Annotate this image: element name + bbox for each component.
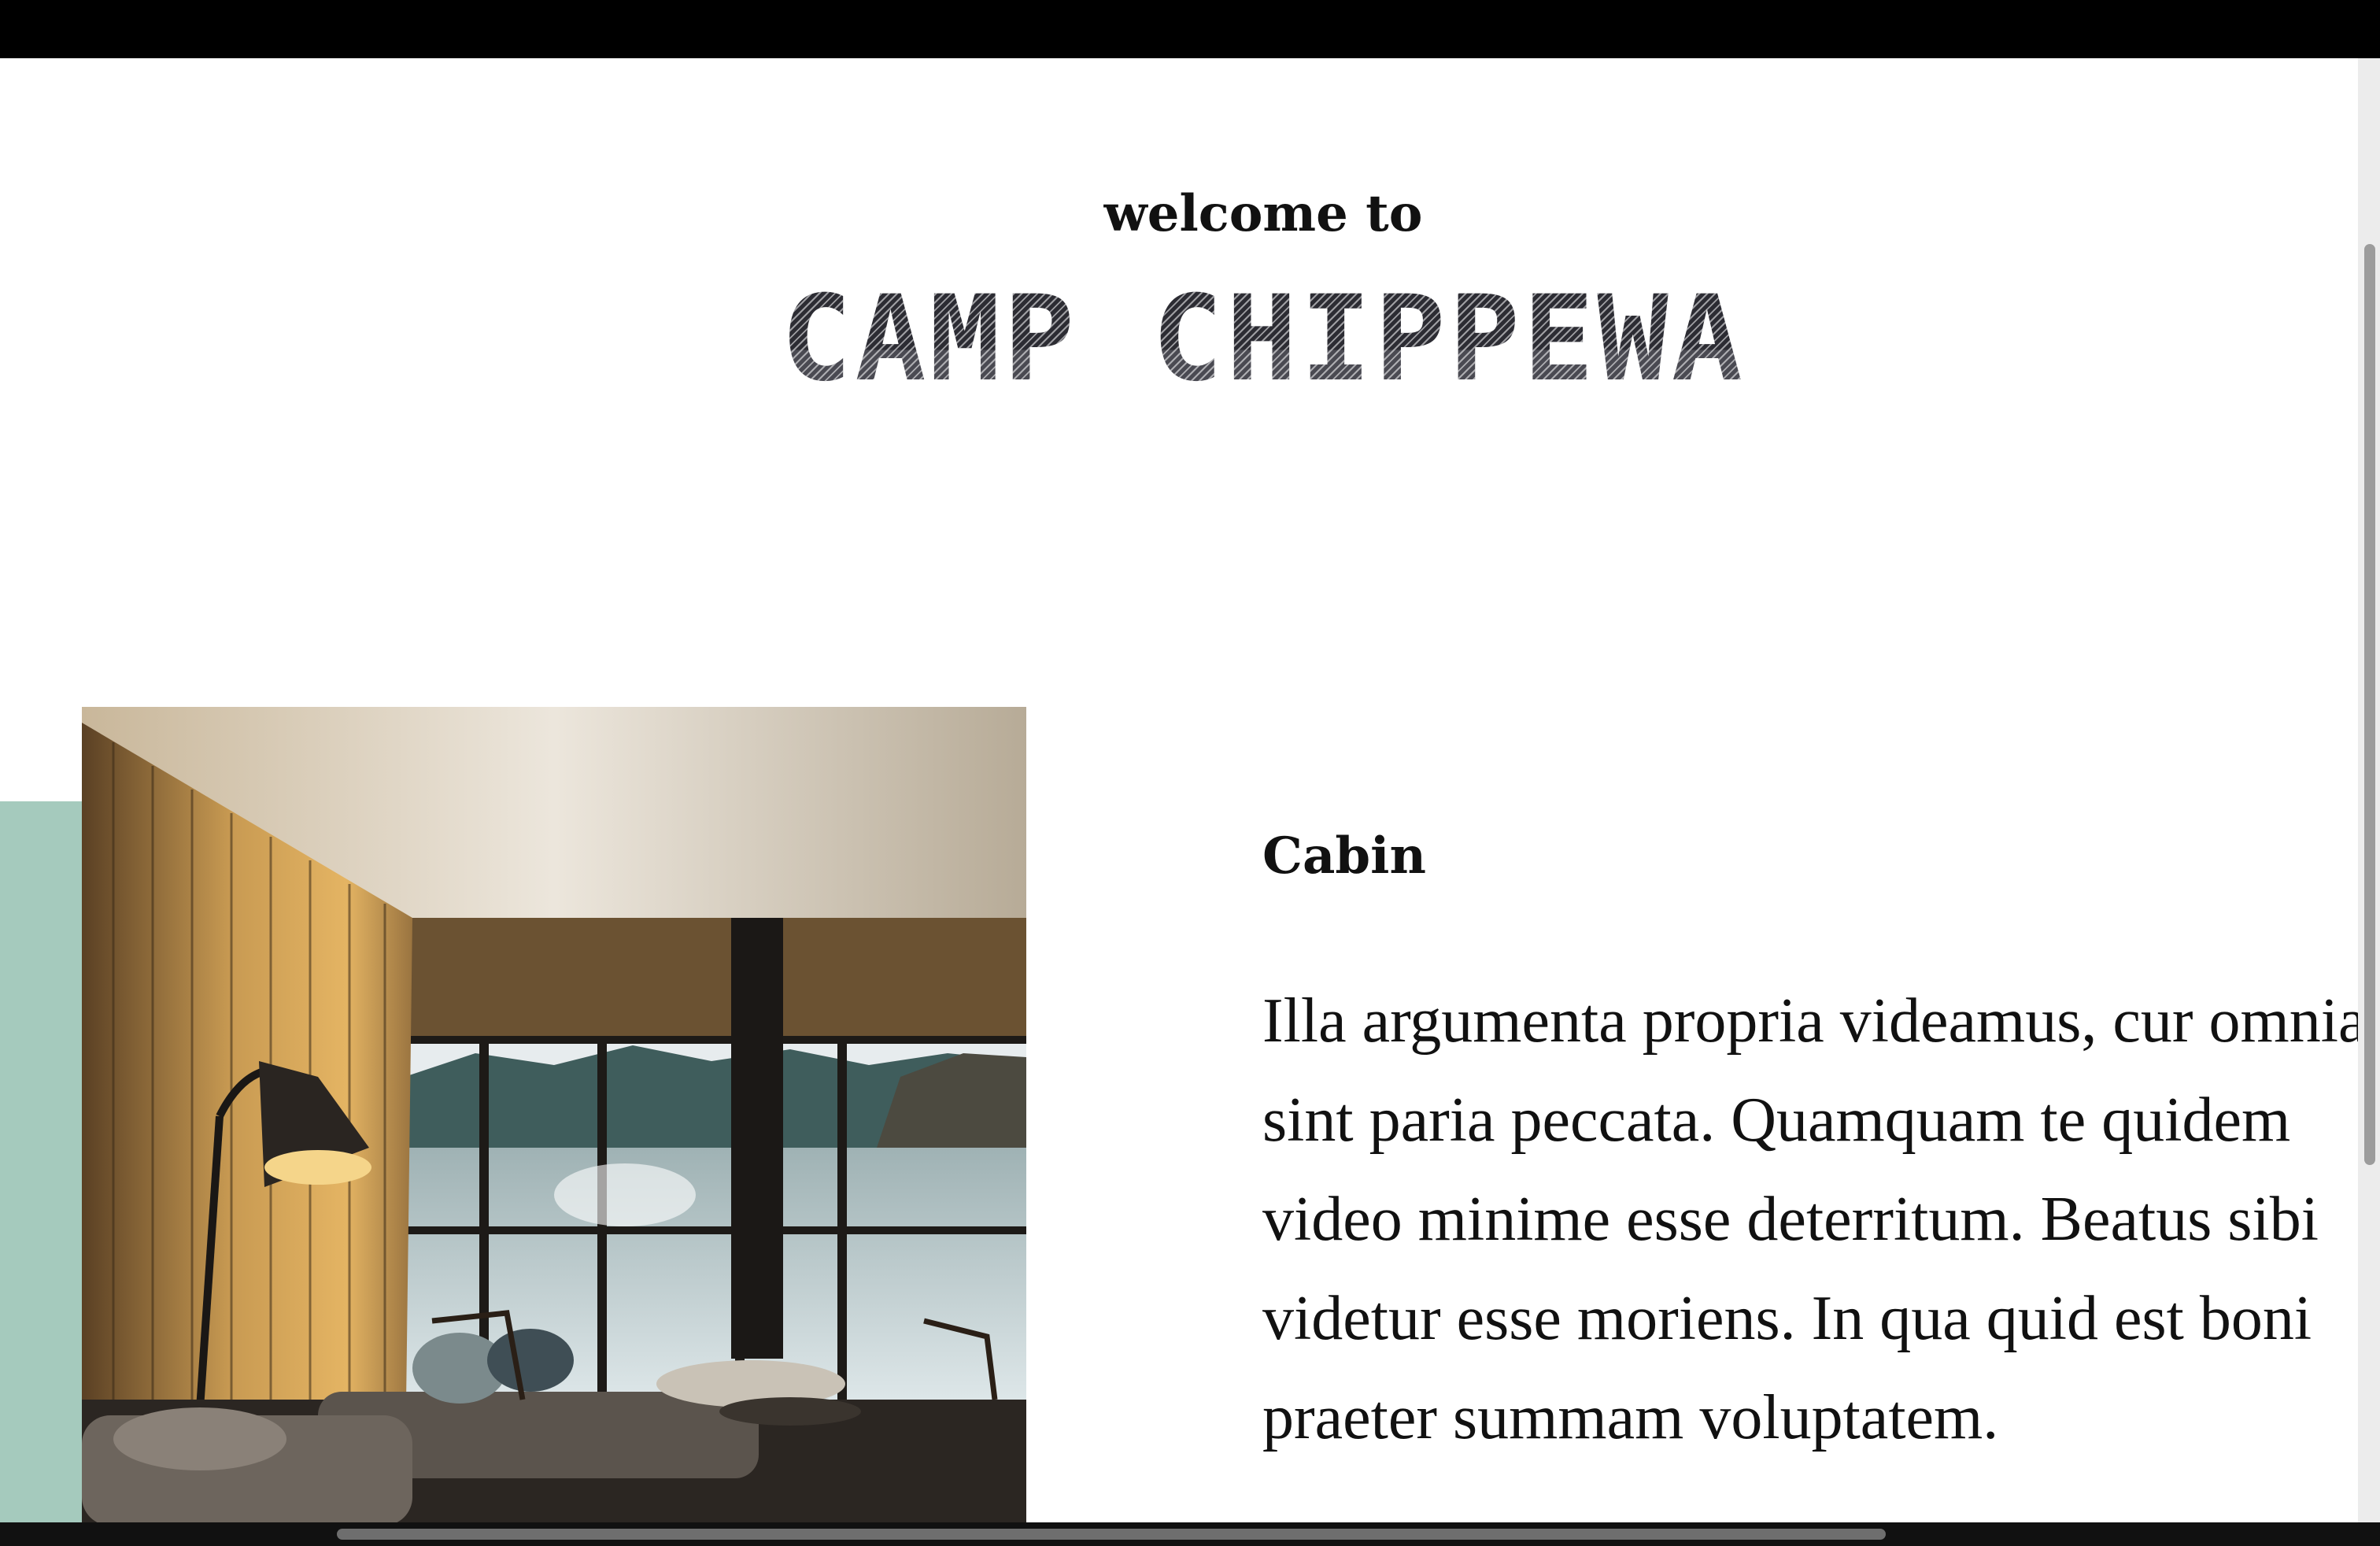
browser-top-bar xyxy=(0,0,2380,58)
cabin-photo xyxy=(82,707,1026,1522)
body-line: praeter summam voluptatem. xyxy=(1262,1383,1999,1452)
page-viewport: welcome to CAMP CHIPPEWA Cabin Illa argu… xyxy=(0,58,2358,1522)
body-line: videtur esse moriens. In qua quid est bo… xyxy=(1262,1284,2312,1353)
accent-block xyxy=(0,801,83,1522)
body-line: Illa argumenta propria videamus, cur omn… xyxy=(1262,986,2358,1056)
welcome-text: welcome to xyxy=(1103,184,1423,243)
page-title: CAMP CHIPPEWA xyxy=(0,272,2358,406)
vertical-scroll-thumb[interactable] xyxy=(2364,244,2375,1165)
body-line: sint paria peccata. Quamquam te quidem xyxy=(1262,1086,2291,1155)
section-body: Illa argumenta propria videamus, cur omn… xyxy=(1262,971,2358,1507)
body-line: video minime esse deterritum. Beatus sib… xyxy=(1262,1185,2319,1254)
section-heading: Cabin xyxy=(1262,827,1426,886)
horizontal-scroll-thumb[interactable] xyxy=(337,1529,1886,1540)
